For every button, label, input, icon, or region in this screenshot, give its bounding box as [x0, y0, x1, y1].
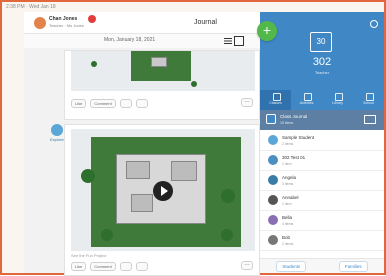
list-view-icon[interactable]	[224, 37, 232, 45]
image-icon[interactable]	[119, 98, 132, 108]
student-items: 2 items	[282, 142, 294, 146]
teacher-role: Teacher	[314, 70, 330, 75]
calendar-icon[interactable]	[135, 98, 148, 108]
post-actions: Like Comment	[71, 98, 148, 108]
journal-icon	[266, 114, 276, 124]
student-name: Sample Student	[282, 135, 315, 140]
post-author-name: Explorer	[50, 137, 65, 142]
student-items: 3 items	[282, 182, 294, 186]
class-journal-count: 15 items	[280, 121, 294, 125]
user-name: Chan Jones	[49, 16, 78, 22]
calendar-icon[interactable]	[135, 261, 148, 271]
student-items: 1 item	[282, 162, 292, 166]
student-name: Annabel	[282, 195, 299, 200]
settings-icon[interactable]	[370, 20, 378, 28]
student-name: Bella	[282, 215, 293, 220]
student-item[interactable]: Sample Student 2 items	[260, 131, 384, 151]
student-item[interactable]: Bella 4 items	[260, 211, 384, 231]
calendar-day[interactable]: 30	[310, 32, 332, 52]
journal-post: Like Comment …	[64, 50, 260, 120]
students-button[interactable]: Students	[276, 260, 307, 272]
class-count: 302	[312, 56, 332, 68]
student-item[interactable]: Bob 2 items	[260, 231, 384, 251]
author-avatar-icon	[51, 124, 63, 136]
more-options-button[interactable]: …	[241, 261, 253, 270]
student-list: Sample Student 2 items 302 Test 01 1 ite…	[260, 131, 384, 251]
notification-badge[interactable]	[88, 15, 96, 23]
families-button[interactable]: Families	[338, 260, 368, 272]
class-journal-open-icon[interactable]	[364, 115, 376, 124]
grid-view-icon[interactable]	[234, 36, 244, 46]
post-caption: See the Fun Project	[71, 253, 107, 258]
journal-post: See the Fun Project Like Comment …	[64, 124, 260, 276]
like-button[interactable]: Like	[71, 98, 87, 108]
teacher-header: 30 302 Teacher	[260, 12, 384, 90]
tab-activities[interactable]: Activities	[291, 90, 322, 110]
tab-classes[interactable]: Classes	[260, 90, 291, 110]
student-avatar	[268, 215, 278, 225]
like-button[interactable]: Like	[71, 261, 87, 271]
user-subtitle: Teacher · Ms Jones	[49, 23, 84, 28]
student-item[interactable]: 302 Test 01 1 item	[260, 151, 384, 171]
comment-button[interactable]: Comment	[90, 261, 116, 271]
class-journal-name: Class Journal	[280, 114, 308, 119]
page-title: Journal	[194, 19, 217, 26]
status-bar: 2:38 PM · Wed Jan 18	[6, 4, 56, 10]
date-bar: Mon, January 18, 2021	[24, 34, 260, 48]
student-avatar	[268, 235, 278, 245]
add-post-button[interactable]: +	[257, 21, 277, 41]
more-options-button[interactable]: …	[241, 98, 253, 107]
image-icon[interactable]	[119, 261, 132, 271]
student-items: 2 items	[282, 242, 294, 246]
student-name: 302 Test 01	[282, 155, 306, 160]
student-items: 1 item	[282, 202, 292, 206]
student-name: Bob	[282, 235, 291, 240]
journal-date[interactable]: Mon, January 18, 2021	[104, 37, 155, 43]
student-avatar	[268, 175, 278, 185]
tab-library[interactable]: Library	[322, 90, 353, 110]
student-avatar	[268, 195, 278, 205]
panel-footer: Students Families	[260, 258, 384, 273]
teacher-panel: 30 302 Teacher Classes Activities Librar…	[260, 12, 384, 273]
student-name: Angela	[282, 175, 297, 180]
class-journal-item[interactable]: Class Journal 15 items	[260, 110, 384, 130]
student-avatar	[268, 155, 278, 165]
student-item[interactable]: Annabel 1 item	[260, 191, 384, 211]
post-media[interactable]	[71, 51, 255, 91]
user-avatar[interactable]	[34, 17, 46, 29]
tab-school[interactable]: School	[353, 90, 384, 110]
post-video[interactable]	[71, 129, 255, 251]
panel-tabs: Classes Activities Library School	[260, 90, 384, 110]
app-frame: 2:38 PM · Wed Jan 18 Chan Jones Teacher …	[0, 0, 386, 276]
student-avatar	[268, 135, 278, 145]
post-actions: Like Comment	[71, 261, 148, 271]
play-icon[interactable]	[153, 181, 173, 201]
student-items: 4 items	[282, 222, 294, 226]
student-item[interactable]: Angela 3 items	[260, 171, 384, 191]
post-author[interactable]: Explorer	[50, 124, 65, 142]
journal-area: Chan Jones Teacher · Ms Jones Journal Mo…	[24, 12, 260, 276]
top-bar: Chan Jones Teacher · Ms Jones Journal	[24, 12, 260, 34]
comment-button[interactable]: Comment	[90, 98, 116, 108]
